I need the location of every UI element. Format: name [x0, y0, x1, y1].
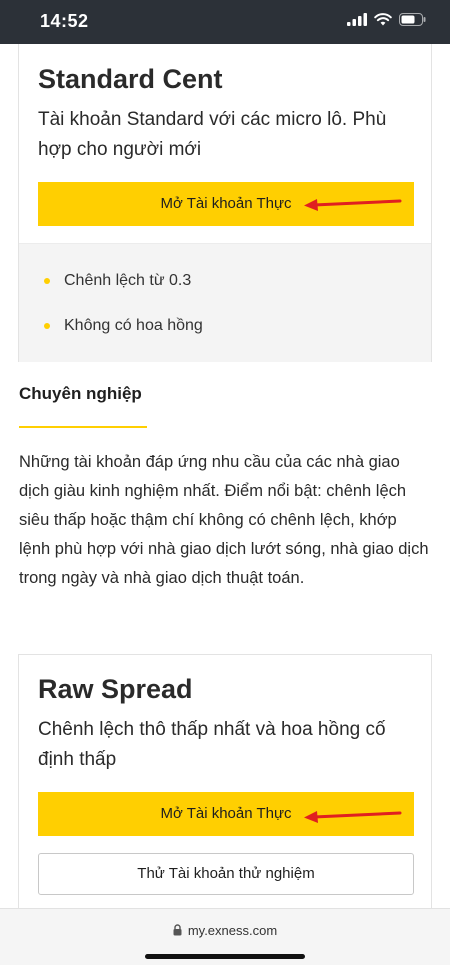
card-title: Standard Cent — [38, 64, 223, 94]
account-card-raw-spread: Raw Spread Chênh lệch thô thấp nhất và h… — [18, 654, 432, 908]
card-description: Tài khoản Standard với các micro lô. Phù… — [38, 109, 387, 160]
status-time: 14:52 — [40, 11, 89, 31]
signal-icon — [347, 13, 367, 26]
feature-item: Chênh lệch từ 0.3 — [44, 272, 191, 290]
open-real-account-button[interactable]: Mở Tài khoản Thực — [38, 792, 414, 836]
wifi-icon — [374, 13, 392, 26]
feature-item: Không có hoa hồng — [44, 317, 203, 335]
lock-icon — [173, 924, 182, 936]
browser-url-bar[interactable]: my.exness.com — [0, 908, 450, 965]
page-content: Standard Cent Tài khoản Standard với các… — [0, 44, 450, 908]
card-description: Chênh lệch thô thấp nhất và hoa hồng cố … — [38, 719, 386, 770]
url-text: my.exness.com — [187, 923, 278, 938]
status-icons — [347, 13, 426, 26]
feature-text: Không có hoa hồng — [64, 317, 203, 334]
feature-list: Chênh lệch từ 0.3 Không có hoa hồng — [19, 243, 431, 362]
status-bar: 14:52 — [0, 0, 450, 44]
bullet-icon — [44, 278, 50, 284]
url-display[interactable]: my.exness.com — [0, 923, 450, 938]
section-title: Chuyên nghiệp — [19, 384, 142, 403]
try-demo-account-button[interactable]: Thử Tài khoản thử nghiệm — [38, 853, 414, 895]
battery-icon — [399, 13, 426, 26]
card-title: Raw Spread — [38, 674, 193, 704]
bullet-icon — [44, 323, 50, 329]
section-underline — [19, 426, 147, 428]
account-card-standard-cent: Standard Cent Tài khoản Standard với các… — [18, 44, 432, 362]
section-description: Những tài khoản đáp ứng nhu cầu của các … — [19, 453, 429, 587]
home-indicator — [145, 954, 305, 959]
feature-text: Chênh lệch từ 0.3 — [64, 272, 192, 289]
open-real-account-button[interactable]: Mở Tài khoản Thực — [38, 182, 414, 226]
